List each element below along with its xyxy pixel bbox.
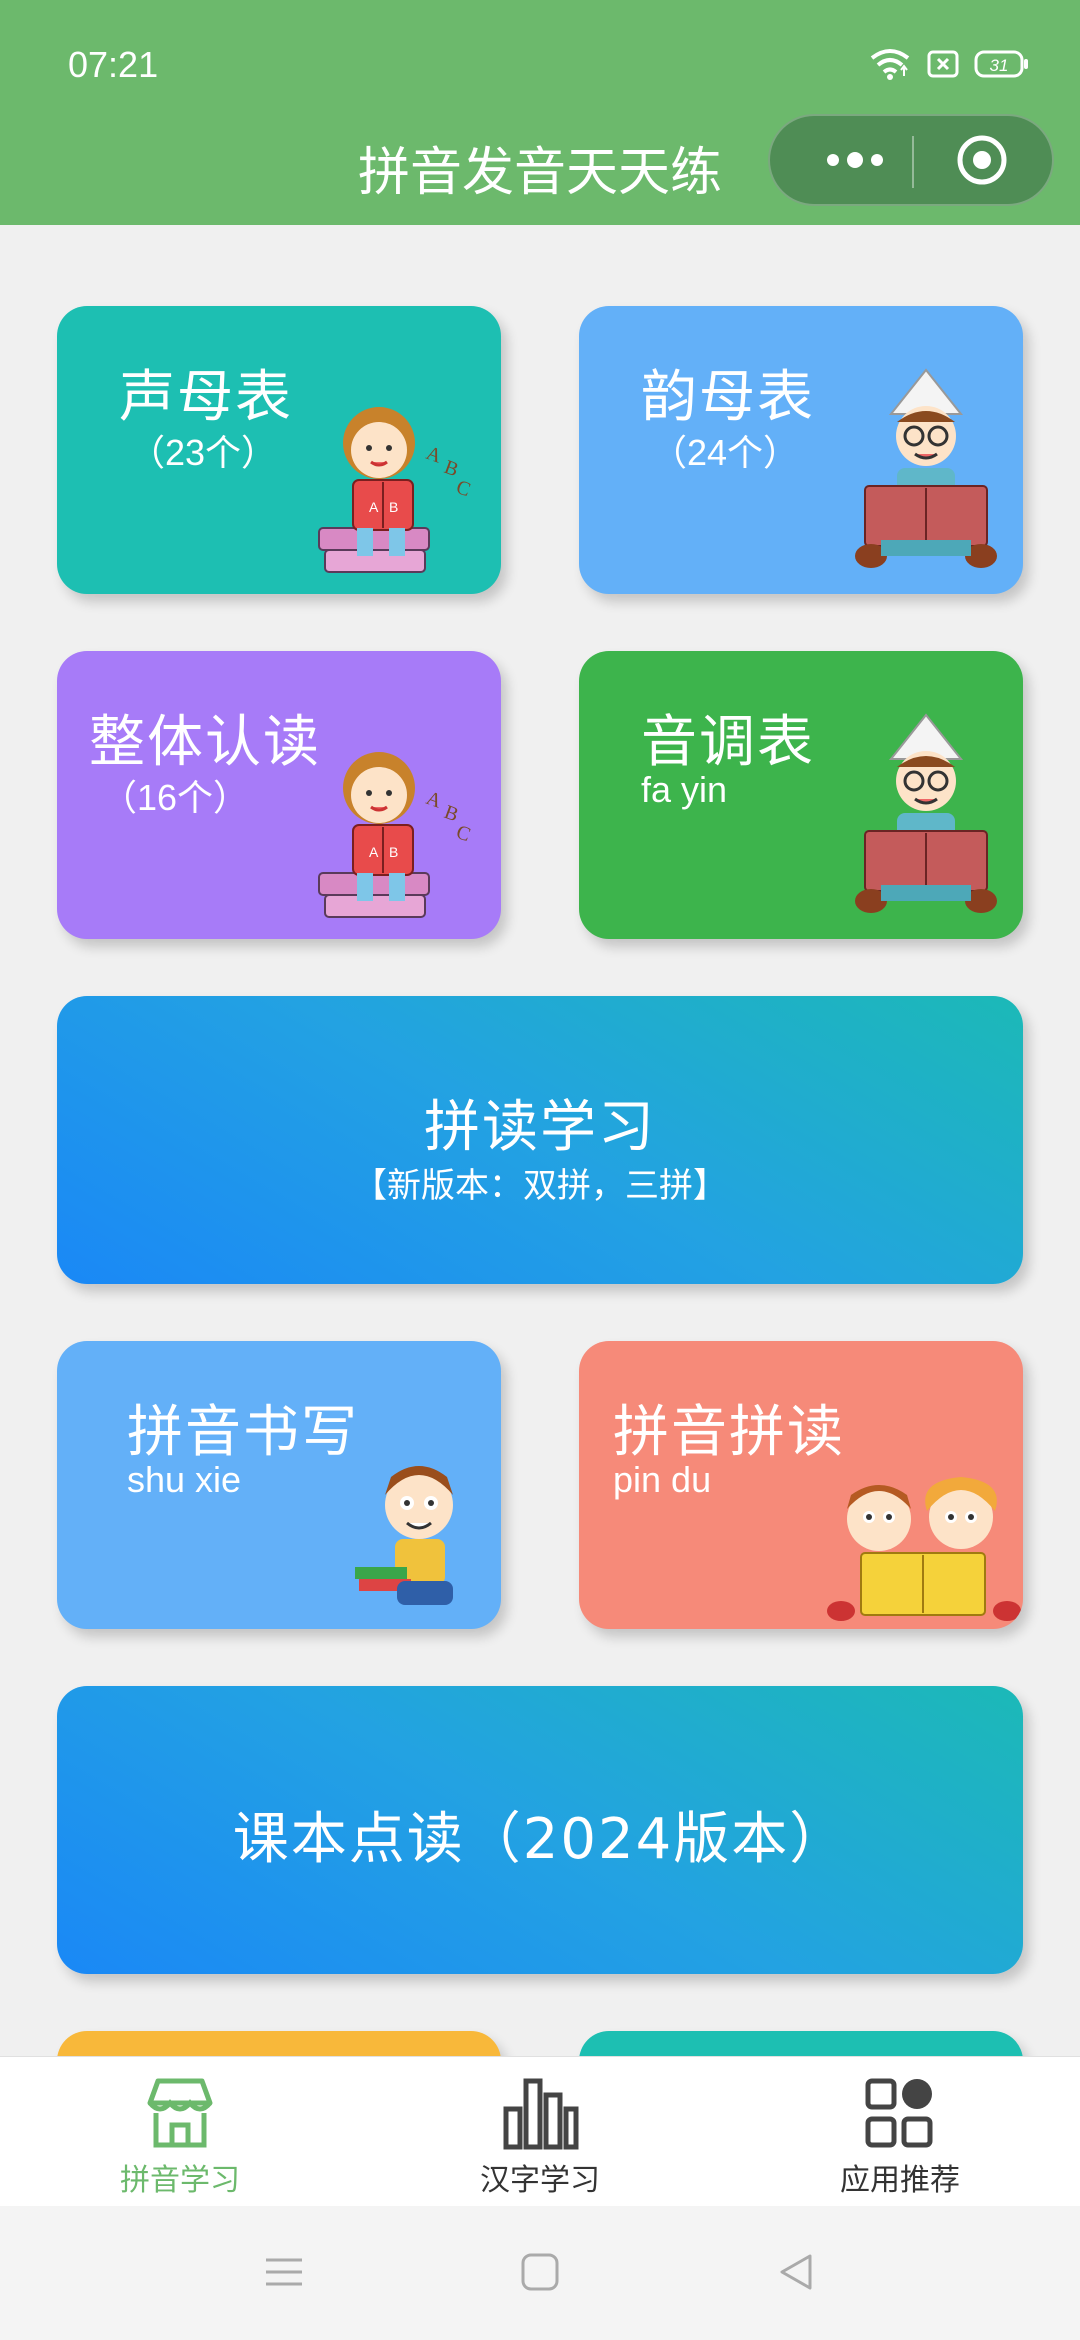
pinyin-pindu-card[interactable]: 拼音拼读 pin du <box>579 1341 1023 1629</box>
boy-reading-illustration <box>855 713 997 913</box>
battery-icon: 31 <box>974 50 1028 78</box>
svg-text:B: B <box>441 801 461 826</box>
svg-text:B: B <box>389 499 398 515</box>
shuxie-card[interactable]: 拼音书写 shu xie <box>57 1341 501 1629</box>
card-subtitle: fa yin <box>641 769 728 810</box>
sim-card-icon <box>927 50 959 78</box>
svg-text:B: B <box>389 844 398 860</box>
storefront-icon <box>147 2078 213 2148</box>
card-subtitle: （24个） <box>651 432 800 473</box>
boy-reading-illustration <box>855 368 997 568</box>
svg-text:A: A <box>369 844 379 860</box>
textbook-card[interactable]: 课本点读（2024版本） <box>57 1686 1023 1974</box>
tab-label: 汉字学习 <box>480 2163 600 2198</box>
capsule-divider <box>912 136 914 188</box>
card-title: 课本点读（2024版本） <box>232 1807 848 1872</box>
tab-hanzi-study[interactable]: 汉字学习 <box>360 2057 720 2207</box>
home-square-icon[interactable] <box>518 2250 562 2294</box>
pindu-study-card[interactable]: 拼读学习 【新版本：双拼，三拼】 <box>57 996 1023 1284</box>
bottom-tab-bar: 拼音学习 汉字学习 应用推荐 <box>0 2056 1080 2207</box>
bar-chart-icon <box>503 2078 579 2150</box>
system-nav-bar <box>0 2206 1080 2340</box>
zhengti-card[interactable]: 整体认读 （16个） A B A B C <box>57 651 501 939</box>
svg-text:A: A <box>423 787 445 813</box>
status-icons: 31 <box>868 46 1030 82</box>
yindiao-card[interactable]: 音调表 fa yin <box>579 651 1023 939</box>
card-title: 音调表 <box>641 710 815 775</box>
menu-icon[interactable] <box>262 2250 306 2294</box>
card-title: 声母表 <box>119 365 293 430</box>
tab-label: 拼音学习 <box>120 2163 240 2198</box>
svg-text:A: A <box>369 499 379 515</box>
tab-label: 应用推荐 <box>840 2163 960 2198</box>
card-subtitle: pin du <box>613 1459 712 1500</box>
svg-text:A: A <box>423 442 445 468</box>
card-subtitle: （16个） <box>101 777 250 818</box>
tab-pinyin-study[interactable]: 拼音学习 <box>0 2057 360 2207</box>
yunmu-card[interactable]: 韵母表 （24个） <box>579 306 1023 594</box>
svg-text:31: 31 <box>990 56 1009 75</box>
card-title: 整体认读 <box>89 710 321 775</box>
girl-reading-illustration: A B A B C <box>318 752 473 918</box>
wifi-icon <box>870 49 910 80</box>
svg-text:C: C <box>453 821 473 846</box>
kids-reading-illustration <box>827 1477 1021 1621</box>
apps-grid-icon <box>865 2078 933 2148</box>
shengmu-card[interactable]: 声母表 （23个） A B A B C <box>57 306 501 594</box>
close-target-icon[interactable] <box>956 134 1008 186</box>
card-title: 拼音书写 <box>127 1400 359 1465</box>
card-subtitle: 【新版本：双拼，三拼】 <box>353 1167 727 1205</box>
card-title: 韵母表 <box>641 365 815 430</box>
card-title: 拼音拼读 <box>613 1400 845 1465</box>
tab-app-recommend[interactable]: 应用推荐 <box>720 2057 1080 2207</box>
card-subtitle: shu xie <box>127 1459 242 1500</box>
card-title: 拼读学习 <box>424 1095 656 1160</box>
app-header: 07:21 31 拼音发音天天练 <box>0 0 1080 225</box>
girl-reading-illustration: A B A B C <box>318 407 473 573</box>
card-subtitle: （23个） <box>129 432 278 473</box>
status-time: 07:21 <box>68 44 159 85</box>
back-triangle-icon[interactable] <box>774 2250 818 2294</box>
mini-program-capsule <box>768 114 1054 206</box>
boy-with-books-illustration <box>355 1466 453 1605</box>
svg-text:C: C <box>453 476 473 501</box>
svg-text:B: B <box>441 456 461 481</box>
more-icon[interactable] <box>800 116 910 204</box>
